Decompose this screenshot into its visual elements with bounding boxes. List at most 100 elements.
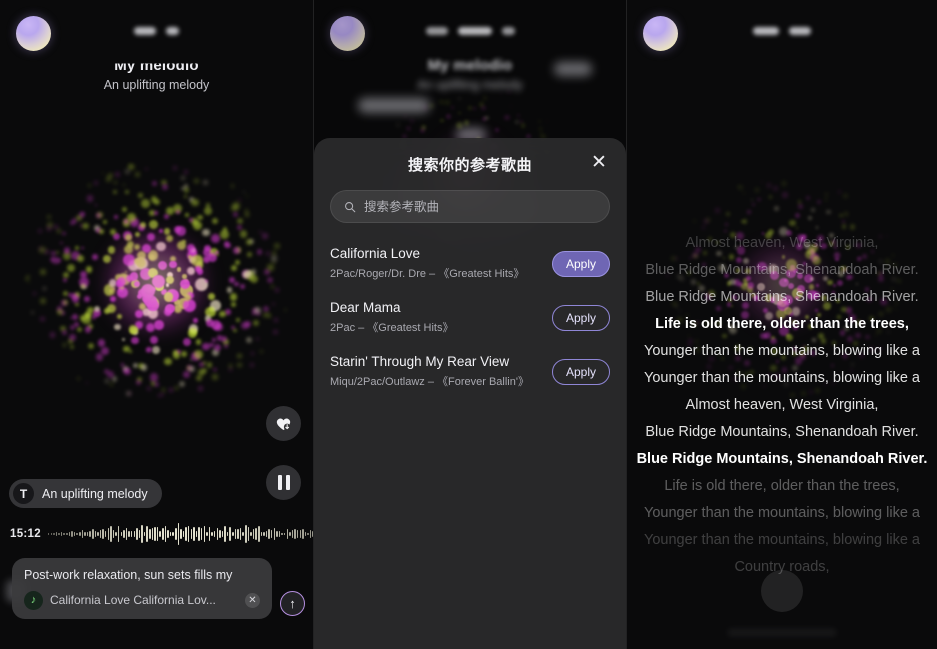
- visualizer-particle: [104, 378, 109, 383]
- visualizer-particle: [79, 314, 86, 321]
- visualizer-particle: [141, 199, 150, 208]
- visualizer-particle: [244, 212, 250, 217]
- lyrics-action-button[interactable]: [761, 570, 803, 612]
- visualizer-particle: [95, 227, 102, 234]
- visualizer-particle: [146, 233, 155, 242]
- header-pill: [789, 27, 811, 35]
- visualizer-particle: [104, 369, 110, 375]
- waveform-bar: [229, 526, 231, 542]
- visualizer-particle: [123, 366, 129, 372]
- visualizer-particle: [174, 226, 182, 234]
- search-field[interactable]: [330, 190, 610, 223]
- visualizer-particle: [202, 361, 207, 365]
- visualizer-particle: [242, 272, 249, 279]
- waveform-bar: [60, 531, 63, 537]
- waveform-bar: [198, 526, 200, 542]
- visualizer-particle: [80, 283, 86, 288]
- visualizer-particle: [241, 270, 250, 279]
- waveform-bar: [120, 531, 123, 537]
- visualizer-particle: [115, 172, 121, 177]
- visualizer-particle: [107, 173, 113, 179]
- visualizer-particle: [737, 184, 740, 187]
- visualizer-particle: [223, 241, 229, 247]
- lyric-line: Younger than the mountains, blowing like…: [644, 532, 920, 548]
- apply-button[interactable]: Apply: [552, 358, 610, 385]
- visualizer-particle: [94, 225, 101, 232]
- audio-waveform[interactable]: [47, 523, 313, 545]
- visualizer-particle: [142, 287, 149, 293]
- waveform-bar: [71, 531, 73, 537]
- visualizer-particle: [157, 260, 168, 270]
- waveform-bar: [242, 532, 244, 536]
- favorite-download-button[interactable]: [266, 406, 301, 441]
- visualizer-particle: [220, 230, 230, 239]
- visualizer-particle: [839, 213, 844, 218]
- visualizer-particle: [248, 239, 254, 245]
- waveform-bar: [182, 530, 185, 538]
- apply-button[interactable]: Apply: [552, 304, 610, 331]
- visualizer-particle: [211, 234, 220, 243]
- search-input[interactable]: [364, 199, 596, 214]
- visualizer-particle: [135, 321, 144, 329]
- visualizer-particle: [195, 339, 201, 345]
- waveform-bar: [79, 532, 81, 536]
- waveform-bar: [206, 531, 208, 537]
- apply-button[interactable]: Apply: [552, 250, 610, 277]
- pause-button[interactable]: [266, 465, 301, 500]
- visualizer-particle: [62, 290, 68, 296]
- send-button[interactable]: ↑: [280, 590, 305, 616]
- visualizer-particle: [73, 322, 79, 328]
- visualizer-particle: [229, 293, 238, 301]
- visualizer-particle: [191, 254, 203, 267]
- visualizer-particle: [129, 165, 134, 169]
- lyrics-list[interactable]: Almost heaven, West Virginia, Blue Ridge…: [627, 230, 937, 581]
- song-result-row[interactable]: Dear Mama 2Pac – 《Greatest Hits》 Apply: [314, 291, 626, 345]
- visualizer-particle: [158, 229, 163, 233]
- song-results-list: California Love 2Pac/Roger/Dr. Dre – 《Gr…: [314, 237, 626, 399]
- waveform-bar: [203, 526, 206, 542]
- visualizer-particle: [63, 252, 71, 260]
- song-result-row[interactable]: Starin' Through My Rear View Miqu/2Pac/O…: [314, 345, 626, 399]
- waveform-bar: [177, 523, 180, 545]
- prompt-box[interactable]: Post-work relaxation, sun sets fills my …: [12, 558, 272, 619]
- visualizer-particle: [164, 357, 173, 366]
- visualizer-particle: [176, 267, 182, 272]
- visualizer-particle: [82, 223, 89, 230]
- visualizer-particle: [80, 212, 85, 217]
- waveform-bar: [255, 527, 257, 541]
- visualizer-particle: [182, 274, 187, 279]
- visualizer-particle: [273, 317, 279, 323]
- visualizer-particle: [211, 218, 218, 225]
- visualizer-particle: [849, 224, 856, 230]
- visualizer-particle: [133, 280, 141, 288]
- visualizer-particle: [256, 337, 260, 341]
- waveform-bar: [84, 532, 86, 536]
- visualizer-particle: [254, 307, 261, 314]
- visualizer-particle: [231, 184, 235, 188]
- visualizer-particle: [183, 299, 197, 312]
- visualizer-particle: [189, 196, 195, 202]
- close-icon[interactable]: ✕: [588, 152, 610, 174]
- visualizer-particle: [132, 330, 138, 336]
- song-meta: Dear Mama 2Pac – 《Greatest Hits》: [330, 300, 454, 335]
- visualizer-particle: [837, 190, 842, 194]
- visualizer-particle: [134, 231, 141, 237]
- visualizer-particle: [122, 338, 126, 342]
- waveform-bar: [138, 530, 141, 538]
- visualizer-particle: [69, 316, 73, 320]
- visualizer-particle: [235, 318, 241, 323]
- visualizer-particle: [811, 208, 816, 213]
- waveform-bar: [190, 529, 193, 539]
- text-prompt-chip[interactable]: T An uplifting melody: [9, 479, 162, 508]
- visualizer-particle: [235, 260, 241, 266]
- visualizer-particle: [70, 325, 76, 331]
- remove-reference-button[interactable]: ✕: [245, 592, 260, 608]
- waveform-bar: [226, 532, 229, 536]
- visualizer-particle: [149, 373, 159, 382]
- visualizer-particle: [214, 250, 219, 255]
- waveform-bar: [175, 527, 177, 541]
- visualizer-particle: [64, 249, 70, 255]
- song-result-row[interactable]: California Love 2Pac/Roger/Dr. Dre – 《Gr…: [314, 237, 626, 291]
- visualizer-particle: [179, 283, 194, 298]
- visualizer-particle: [198, 385, 204, 391]
